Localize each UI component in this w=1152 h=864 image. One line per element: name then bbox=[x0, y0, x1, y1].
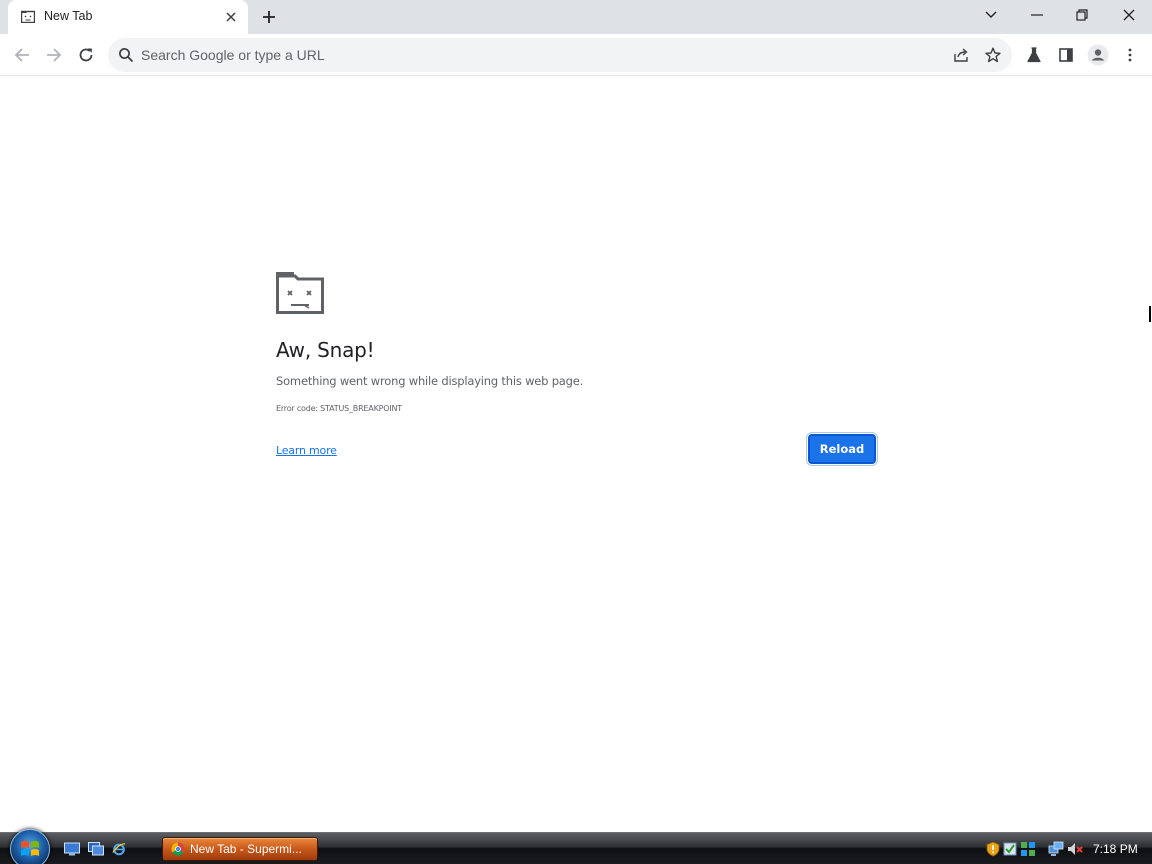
taskbar-clock: 7:18 PM bbox=[1093, 842, 1138, 856]
minimize-icon[interactable] bbox=[1024, 4, 1050, 26]
back-arrow-icon[interactable] bbox=[9, 42, 35, 68]
error-heading: Aw, Snap! bbox=[276, 338, 375, 362]
start-button[interactable] bbox=[10, 829, 50, 864]
tab-close-icon[interactable] bbox=[222, 8, 240, 26]
switch-windows-icon[interactable] bbox=[88, 842, 104, 856]
close-window-icon[interactable] bbox=[1116, 4, 1142, 26]
chrome-icon bbox=[171, 842, 185, 856]
volume-muted-icon[interactable] bbox=[1067, 841, 1083, 857]
side-panel-icon[interactable] bbox=[1053, 42, 1079, 68]
internet-explorer-icon[interactable] bbox=[111, 842, 127, 856]
tab-strip: New Tab bbox=[0, 0, 1152, 34]
windows-logo-icon bbox=[21, 841, 39, 856]
sad-tab-favicon-icon bbox=[21, 10, 35, 23]
reload-icon[interactable] bbox=[73, 42, 99, 68]
learn-more-link[interactable]: Learn more bbox=[276, 444, 337, 457]
error-message: Something went wrong while displaying th… bbox=[276, 374, 584, 388]
labs-flask-icon[interactable] bbox=[1021, 42, 1047, 68]
taskbar-button-browser[interactable]: New Tab - Supermi... bbox=[162, 837, 318, 861]
tray-app-check-icon[interactable] bbox=[1002, 841, 1018, 857]
tab-title: New Tab bbox=[44, 9, 93, 23]
restore-icon[interactable] bbox=[1069, 4, 1095, 26]
tab-new-tab[interactable]: New Tab bbox=[8, 0, 248, 34]
bookmark-star-icon[interactable] bbox=[982, 44, 1004, 66]
tab-search-chevron-icon[interactable] bbox=[978, 4, 1004, 26]
network-icon[interactable] bbox=[1048, 841, 1064, 857]
new-tab-plus-icon[interactable] bbox=[258, 6, 280, 28]
forward-arrow-icon[interactable] bbox=[41, 42, 67, 68]
show-desktop-icon[interactable] bbox=[64, 842, 80, 856]
share-icon[interactable] bbox=[950, 44, 972, 66]
taskbar: New Tab - Supermi... 7:18 PM bbox=[0, 829, 1152, 864]
reload-button[interactable]: Reload bbox=[806, 432, 878, 466]
search-icon bbox=[119, 48, 134, 63]
tray-app-grid-icon[interactable] bbox=[1020, 841, 1036, 857]
security-shield-icon[interactable] bbox=[985, 841, 1001, 857]
taskbar-button-label: New Tab - Supermi... bbox=[190, 842, 302, 856]
browser-toolbar bbox=[0, 34, 1152, 76]
omnibox[interactable] bbox=[108, 38, 1012, 72]
menu-kebab-icon[interactable] bbox=[1117, 42, 1143, 68]
sad-tab-icon bbox=[276, 272, 324, 314]
omnibox-input[interactable] bbox=[141, 43, 921, 67]
profile-avatar-icon[interactable] bbox=[1085, 42, 1111, 68]
error-code: Error code: STATUS_BREAKPOINT bbox=[276, 404, 402, 413]
